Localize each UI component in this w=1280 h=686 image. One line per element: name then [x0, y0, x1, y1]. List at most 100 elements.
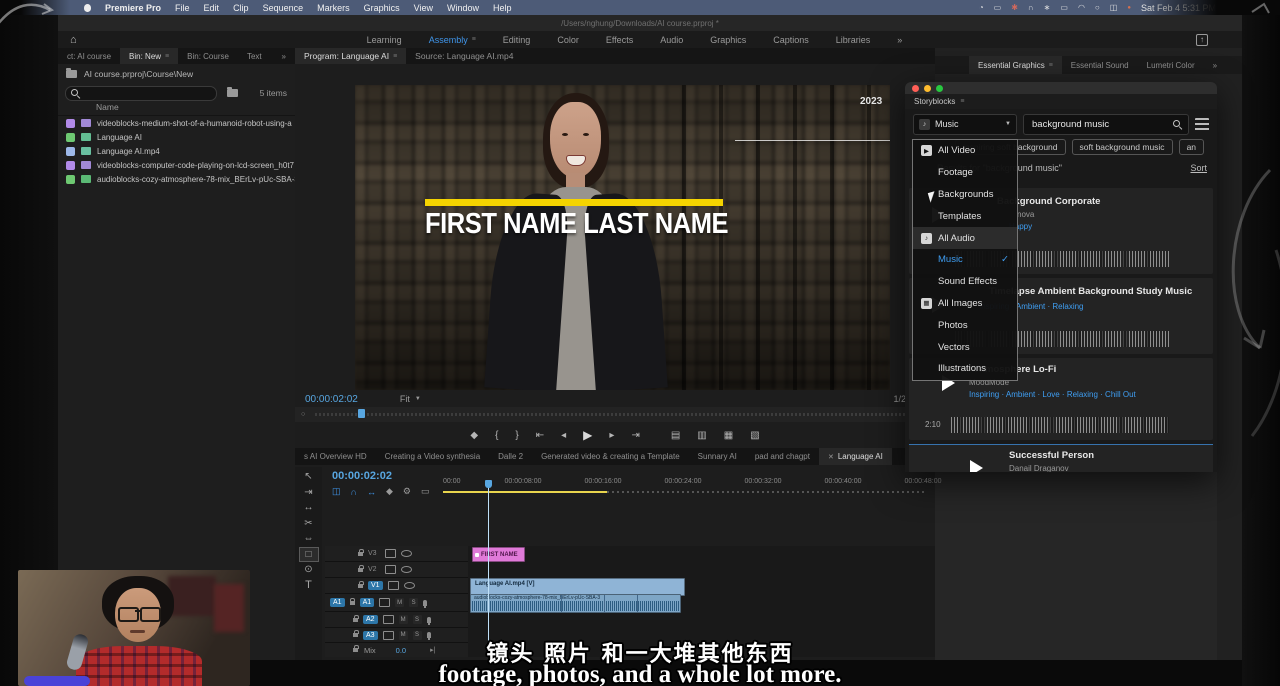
project-overflow-chevron[interactable]: »: [273, 48, 295, 64]
menubar-item-clip[interactable]: Clip: [233, 3, 249, 13]
graphic-clip-first-name[interactable]: FIRST NAME: [472, 547, 525, 562]
label-color-chip[interactable]: [66, 119, 75, 128]
tab-program-monitor[interactable]: Program: Language AI≡: [295, 48, 406, 64]
workspace-tab-learning[interactable]: Learning: [367, 35, 402, 45]
type-tool-icon[interactable]: T: [296, 577, 322, 593]
audio-card[interactable]: Successful Person Danail Draganov: [909, 444, 1213, 472]
battery-icon[interactable]: ▭: [1060, 3, 1068, 12]
tab-source-monitor[interactable]: Source: Language AI.mp4: [406, 48, 522, 64]
view-options-icon[interactable]: [1195, 118, 1209, 131]
lock-icon[interactable]: [353, 618, 358, 622]
workspace-tab-editing[interactable]: Editing: [503, 35, 531, 45]
nest-toggle-icon[interactable]: ◫: [332, 486, 341, 497]
menu-item-photos[interactable]: Photos: [913, 314, 1017, 336]
track-name[interactable]: A2: [363, 615, 378, 624]
lift-icon[interactable]: ▤: [671, 430, 680, 441]
menu-item-all-images[interactable]: ▦All Images: [913, 293, 1017, 315]
go-to-out-icon[interactable]: ⇥: [631, 430, 639, 441]
extract-icon[interactable]: ▥: [697, 430, 706, 441]
voiceover-mic-icon[interactable]: [423, 600, 427, 606]
workspace-menu-icon[interactable]: ≡: [472, 36, 476, 43]
seq-tab-2[interactable]: Dalle 2: [489, 448, 532, 465]
seq-tab-4[interactable]: Sunnary AI: [689, 448, 746, 465]
search-bar[interactable]: [1023, 114, 1189, 135]
sync-lock-icon[interactable]: [383, 615, 394, 624]
audio-clip[interactable]: audioblocks-cozy-atmosphere-78-mix_BErLv…: [470, 594, 681, 613]
chip-suggestion[interactable]: soft background music: [1072, 139, 1173, 155]
add-marker-icon[interactable]: ◆: [470, 430, 478, 441]
track-tags[interactable]: Inspiring · Ambient · Love · Relaxing · …: [969, 390, 1205, 399]
seq-tab-0[interactable]: s AI Overview HD: [295, 448, 376, 465]
timeline-settings-icon[interactable]: ⚙: [403, 486, 411, 497]
menu-item-illustrations[interactable]: Illustrations: [913, 358, 1017, 380]
go-to-in-icon[interactable]: ⇤: [536, 430, 544, 441]
menubar-item-edit[interactable]: Edit: [204, 3, 220, 13]
seq-tab-3[interactable]: Generated video & creating a Template: [532, 448, 689, 465]
solo-button[interactable]: S: [409, 598, 418, 607]
rectangle-tool-icon[interactable]: □: [299, 547, 319, 562]
menu-item-sound-effects[interactable]: Sound Effects: [913, 271, 1017, 293]
wifi-icon[interactable]: ◠: [1078, 3, 1085, 12]
tab-bin-new[interactable]: Bin: New≡: [120, 48, 178, 64]
menubar-app-name[interactable]: Premiere Pro: [105, 3, 161, 13]
track-artist[interactable]: Danail Draganov: [1009, 464, 1205, 472]
project-row[interactable]: videoblocks-computer-code-playing-on-lcd…: [58, 158, 295, 172]
panel-menu-icon[interactable]: ≡: [165, 53, 169, 60]
scrubber-track[interactable]: [315, 413, 927, 416]
bluetooth-icon[interactable]: ∗: [1044, 3, 1051, 12]
track-tags[interactable]: Happy: [1009, 222, 1205, 231]
headphones-icon[interactable]: ∩: [1028, 3, 1034, 12]
menubar-item-markers[interactable]: Markers: [317, 3, 350, 13]
seq-tab-5[interactable]: pad and chagpt: [746, 448, 819, 465]
marker-icon[interactable]: ◆: [386, 486, 393, 497]
project-row[interactable]: Language AI.mp4: [58, 144, 295, 158]
tab-essential-sound[interactable]: Essential Sound: [1062, 56, 1138, 74]
menubar-item-sequence[interactable]: Sequence: [263, 3, 304, 13]
captions-track-icon[interactable]: ▭: [421, 486, 430, 497]
waveform[interactable]: [951, 417, 1169, 433]
monitor-scrubber[interactable]: ○: [295, 407, 935, 422]
timeline-ruler[interactable]: 00:00 00:00:08:00 00:00:16:00 00:00:24:0…: [443, 478, 935, 494]
label-color-chip[interactable]: [66, 161, 75, 170]
workspace-overflow-chevron[interactable]: »: [897, 35, 902, 45]
label-color-chip[interactable]: [66, 133, 75, 142]
media-type-dropdown[interactable]: ♪ Music ▼: [913, 114, 1017, 135]
snap-toggle-icon[interactable]: ∩: [351, 487, 357, 497]
zoom-traffic-icon[interactable]: [936, 85, 943, 92]
label-color-chip[interactable]: [66, 147, 75, 156]
project-row[interactable]: Language AI: [58, 130, 295, 144]
apple-menu-icon[interactable]: [84, 4, 91, 12]
menu-item-music[interactable]: Music✓: [913, 249, 1017, 271]
solo-button[interactable]: S: [413, 615, 422, 624]
workspace-tab-graphics[interactable]: Graphics: [710, 35, 746, 45]
minimize-traffic-icon[interactable]: [924, 85, 931, 92]
menu-item-all-audio[interactable]: ♪All Audio: [913, 227, 1017, 249]
home-icon[interactable]: ⌂: [70, 34, 77, 46]
control-center-icon[interactable]: ◫: [1110, 3, 1118, 12]
panel-menu-icon[interactable]: ≡: [960, 98, 964, 105]
mute-button[interactable]: M: [399, 615, 408, 624]
search-icon[interactable]: [1173, 120, 1182, 129]
track-output-eye-icon[interactable]: [404, 582, 415, 589]
track-name[interactable]: A1: [360, 598, 375, 607]
close-icon[interactable]: ✕: [828, 453, 834, 461]
button-editor-icon[interactable]: ▧: [750, 430, 759, 441]
step-back-icon[interactable]: ◂: [561, 430, 566, 441]
sort-button[interactable]: Sort: [1190, 163, 1207, 173]
sync-lock-icon[interactable]: [388, 581, 399, 590]
work-area-bar[interactable]: [443, 491, 607, 493]
menubar-item-window[interactable]: Window: [447, 3, 479, 13]
seq-tab-1[interactable]: Creating a Video synthesia: [376, 448, 489, 465]
panel-menu-icon[interactable]: ≡: [393, 53, 397, 60]
seq-tab-active[interactable]: ✕Language AI: [819, 448, 892, 465]
voiceover-mic-icon[interactable]: [427, 617, 431, 623]
play-icon[interactable]: ▶: [583, 428, 592, 442]
share-export-icon[interactable]: ↑: [1196, 34, 1208, 46]
search-input[interactable]: [1030, 118, 1173, 131]
timeline-playhead-handle[interactable]: [485, 480, 492, 488]
track-artist[interactable]: nova: [1017, 210, 1205, 219]
workspace-tab-libraries[interactable]: Libraries: [836, 35, 871, 45]
sync-lock-icon[interactable]: [379, 598, 390, 607]
scrubber-playhead[interactable]: [358, 409, 365, 418]
workspace-tab-audio[interactable]: Audio: [660, 35, 683, 45]
